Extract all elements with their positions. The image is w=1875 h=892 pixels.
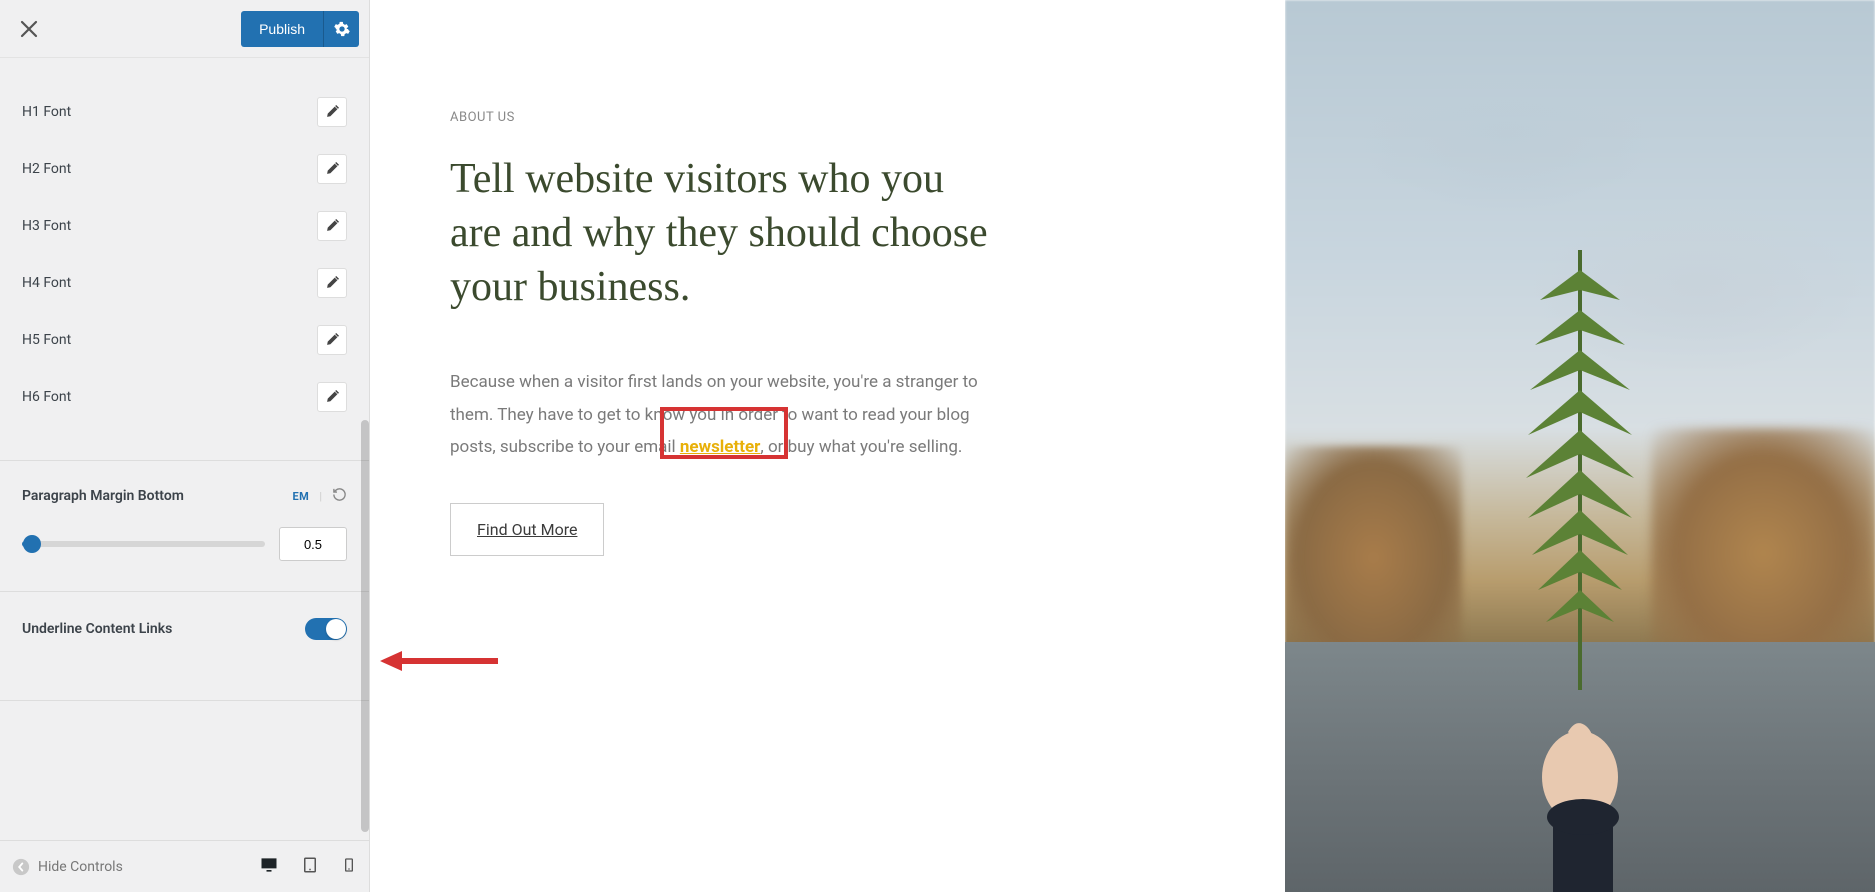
font-row-h4: H4 Font xyxy=(0,254,369,311)
underline-links-section: Underline Content Links xyxy=(0,592,369,700)
edit-h4-button[interactable] xyxy=(317,268,347,298)
hero-image xyxy=(1285,0,1875,892)
find-out-more-button[interactable]: Find Out More xyxy=(450,503,604,556)
reset-button[interactable] xyxy=(332,487,347,505)
font-row-h6: H6 Font xyxy=(0,368,369,425)
hero-image-placeholder xyxy=(1285,0,1875,892)
font-label: H5 Font xyxy=(22,332,71,348)
font-label: H2 Font xyxy=(22,161,71,177)
chevron-left-icon xyxy=(12,858,30,876)
font-row-h2: H2 Font xyxy=(0,140,369,197)
sidebar-scrollbar[interactable] xyxy=(361,420,369,832)
font-label: H3 Font xyxy=(22,218,71,234)
font-label: H1 Font xyxy=(22,104,71,120)
sidebar-footer: Hide Controls xyxy=(0,840,369,892)
paragraph-margin-title: Paragraph Margin Bottom xyxy=(22,488,184,504)
font-label: H4 Font xyxy=(22,275,71,291)
body-paragraph: Because when a visitor first lands on yo… xyxy=(450,366,990,463)
pencil-icon xyxy=(325,105,339,119)
font-label: H6 Font xyxy=(22,389,71,405)
undo-icon xyxy=(332,487,347,502)
paragraph-margin-section: Paragraph Margin Bottom EM | xyxy=(0,461,369,591)
desktop-icon xyxy=(259,855,279,875)
font-row-h1: H1 Font xyxy=(0,83,369,140)
paragraph-margin-header: Paragraph Margin Bottom EM | xyxy=(22,487,347,505)
toggle-knob xyxy=(326,619,346,639)
content-column: ABOUT US Tell website visitors who you a… xyxy=(410,0,990,892)
newsletter-link[interactable]: newsletter xyxy=(680,437,761,457)
fern-icon xyxy=(1520,250,1640,690)
unit-button-em[interactable]: EM xyxy=(292,490,309,503)
unit-reset-group: EM | xyxy=(292,487,347,505)
underline-links-toggle[interactable] xyxy=(305,618,347,640)
edit-h3-button[interactable] xyxy=(317,211,347,241)
pencil-icon xyxy=(325,162,339,176)
app-root: Publish H1 Font H2 Font H3 Font xyxy=(0,0,1875,892)
hide-controls-label: Hide Controls xyxy=(38,859,123,875)
eyebrow-text: ABOUT US xyxy=(450,110,990,125)
publish-group: Publish xyxy=(241,11,359,47)
mobile-icon xyxy=(341,856,357,874)
gear-icon xyxy=(334,21,350,37)
edit-h1-button[interactable] xyxy=(317,97,347,127)
headline: Tell website visitors who you are and wh… xyxy=(450,153,990,314)
close-icon xyxy=(20,20,38,38)
device-desktop-button[interactable] xyxy=(259,855,279,879)
publish-settings-button[interactable] xyxy=(323,11,359,47)
edit-h6-button[interactable] xyxy=(317,382,347,412)
divider xyxy=(0,700,369,701)
font-row-h5: H5 Font xyxy=(0,311,369,368)
pencil-icon xyxy=(325,333,339,347)
paragraph-margin-slider[interactable] xyxy=(22,534,265,554)
device-tablet-button[interactable] xyxy=(301,856,319,878)
hide-controls-button[interactable]: Hide Controls xyxy=(12,858,123,876)
pencil-icon xyxy=(325,276,339,290)
unit-separator: | xyxy=(319,490,322,503)
device-preview-group xyxy=(259,855,357,879)
font-controls-list: H1 Font H2 Font H3 Font H4 Font H5 Font xyxy=(0,58,369,460)
tablet-icon xyxy=(301,856,319,874)
customizer-sidebar: Publish H1 Font H2 Font H3 Font xyxy=(0,0,370,892)
publish-button[interactable]: Publish xyxy=(241,11,323,47)
edit-h5-button[interactable] xyxy=(317,325,347,355)
slider-thumb[interactable] xyxy=(23,535,41,553)
font-row-h3: H3 Font xyxy=(0,197,369,254)
pencil-icon xyxy=(325,219,339,233)
edit-h2-button[interactable] xyxy=(317,154,347,184)
hand-icon xyxy=(1508,722,1658,892)
close-button[interactable] xyxy=(10,10,48,48)
newsletter-link-wrapper: newsletter xyxy=(680,431,761,463)
slider-row xyxy=(22,527,347,561)
slider-track xyxy=(22,541,265,547)
paragraph-margin-input[interactable] xyxy=(279,527,347,561)
site-preview: ABOUT US Tell website visitors who you a… xyxy=(370,0,1875,892)
device-mobile-button[interactable] xyxy=(341,856,357,878)
body-text-after: , or buy what you're selling. xyxy=(760,437,962,457)
pencil-icon xyxy=(325,390,339,404)
underline-links-title: Underline Content Links xyxy=(22,621,172,637)
sidebar-header: Publish xyxy=(0,0,369,58)
